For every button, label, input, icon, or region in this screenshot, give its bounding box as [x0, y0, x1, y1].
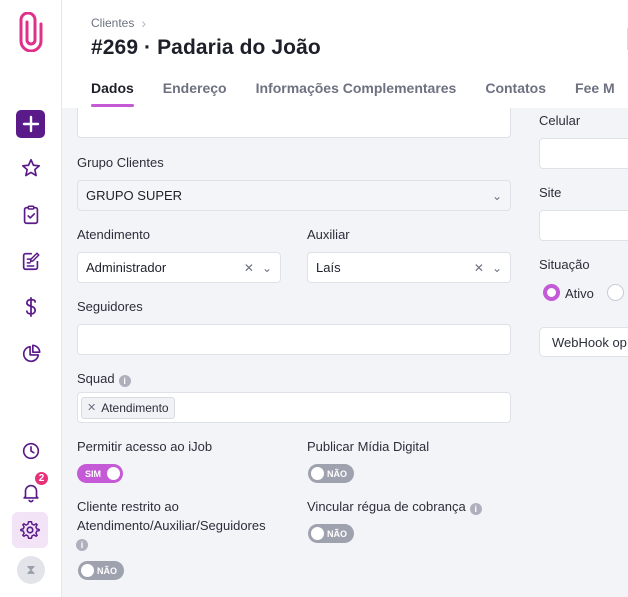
squad-input[interactable]: ✕ Atendimento [77, 392, 511, 423]
tab-contatos[interactable]: Contatos [485, 80, 546, 107]
squad-label: Squad i [77, 371, 131, 387]
cliente-restrito-label-2: Atendimento/Auxiliar/Seguidores [77, 518, 266, 533]
info-icon[interactable]: i [76, 539, 88, 551]
star-icon [21, 158, 41, 177]
auxiliar-value: Laís [316, 260, 341, 275]
atendimento-value: Administrador [86, 260, 167, 275]
toggle-text: NÃO [327, 468, 347, 479]
grupo-clientes-select[interactable]: GRUPO SUPER ⌄ [77, 180, 511, 211]
atendimento-label: Atendimento [77, 227, 150, 242]
toggle-text: SIM [85, 468, 102, 479]
top-input[interactable] [77, 108, 511, 138]
chevron-down-icon: ⌄ [491, 188, 502, 203]
favorites-button[interactable] [16, 153, 46, 183]
chevron-down-icon: ⌄ [261, 260, 272, 275]
publicar-midia-label: Publicar Mídia Digital [307, 439, 430, 454]
squad-tag-label: Atendimento [101, 400, 169, 415]
plus-icon [22, 115, 39, 133]
info-icon[interactable]: i [469, 503, 482, 515]
page-header: Clientes › #269 · Padaria do João Dados … [62, 0, 628, 108]
tasks-button[interactable] [16, 200, 46, 230]
hourglass-icon: ⧗ [26, 562, 36, 577]
toggle-text: NÃO [327, 528, 347, 539]
clock-icon [22, 442, 40, 460]
situacao-ativo-label: Ativo [565, 286, 594, 301]
clear-icon[interactable]: ✕ [474, 261, 484, 275]
user-avatar[interactable]: ⧗ [17, 556, 45, 584]
clipboard-check-icon [23, 205, 39, 225]
auxiliar-label: Auxiliar [307, 227, 350, 242]
toggle-text: NÃO [97, 565, 117, 576]
webhook-button-label: WebHook op [552, 334, 627, 350]
cliente-restrito-toggle[interactable]: NÃO [78, 561, 124, 580]
situacao-ativo-radio[interactable] [543, 284, 560, 301]
edit-note-icon [22, 252, 40, 271]
publicar-midia-toggle[interactable]: NÃO [308, 464, 354, 483]
reports-button[interactable] [16, 339, 46, 369]
seguidores-input[interactable] [77, 324, 511, 355]
pie-chart-icon [22, 344, 41, 363]
vincular-regua-label: Vincular régua de cobrança i [307, 499, 482, 515]
dollar-icon [26, 296, 36, 318]
chevron-down-icon: ⌄ [491, 260, 502, 275]
breadcrumb-clientes[interactable]: Clientes [91, 16, 134, 30]
tab-bar: Dados Endereço Informações Complementare… [91, 80, 628, 107]
squad-tag: ✕ Atendimento [81, 396, 175, 419]
notification-badge: 2 [33, 470, 50, 487]
situacao-label: Situação [539, 257, 590, 272]
breadcrumb: Clientes › [91, 15, 146, 31]
situacao-inativo-radio[interactable] [607, 284, 624, 301]
page-title: #269 · Padaria do João [91, 36, 321, 59]
paperclip-logo-icon [19, 12, 43, 52]
cliente-restrito-label-1: Cliente restrito ao [77, 499, 179, 514]
chevron-right-icon: › [141, 15, 147, 31]
add-button[interactable] [16, 110, 45, 138]
seguidores-label: Seguidores [77, 299, 143, 314]
history-button[interactable] [16, 436, 46, 466]
webhook-button[interactable]: WebHook op [539, 327, 628, 357]
finance-button[interactable] [16, 292, 46, 322]
grupo-clientes-label: Grupo Clientes [77, 155, 164, 170]
site-label: Site [539, 185, 562, 200]
tab-dados[interactable]: Dados [91, 80, 134, 107]
vincular-regua-toggle[interactable]: NÃO [308, 524, 354, 543]
sidebar: 2 ⧗ [0, 0, 62, 597]
grupo-clientes-value: GRUPO SUPER [86, 188, 183, 203]
celular-input[interactable] [539, 138, 628, 169]
clear-icon[interactable]: ✕ [244, 261, 254, 275]
auxiliar-select[interactable]: Laís ✕ ⌄ [307, 252, 511, 283]
remove-tag-icon[interactable]: ✕ [87, 401, 96, 414]
notes-button[interactable] [16, 246, 46, 276]
notifications-button[interactable]: 2 [16, 470, 50, 507]
tab-informacoes-complementares[interactable]: Informações Complementares [256, 80, 457, 107]
settings-button[interactable] [12, 512, 48, 548]
atendimento-select[interactable]: Administrador ✕ ⌄ [77, 252, 281, 283]
tab-endereco[interactable]: Endereço [163, 80, 227, 107]
tab-fee[interactable]: Fee M [575, 80, 615, 107]
permitir-acesso-toggle[interactable]: SIM [77, 464, 123, 483]
site-input[interactable] [539, 210, 628, 241]
celular-label: Celular [539, 113, 581, 128]
info-icon[interactable]: i [118, 375, 131, 387]
form-content: Grupo Clientes GRUPO SUPER ⌄ Atendimento… [62, 108, 628, 597]
gear-icon [20, 521, 40, 539]
permitir-acesso-label: Permitir acesso ao iJob [77, 439, 213, 454]
